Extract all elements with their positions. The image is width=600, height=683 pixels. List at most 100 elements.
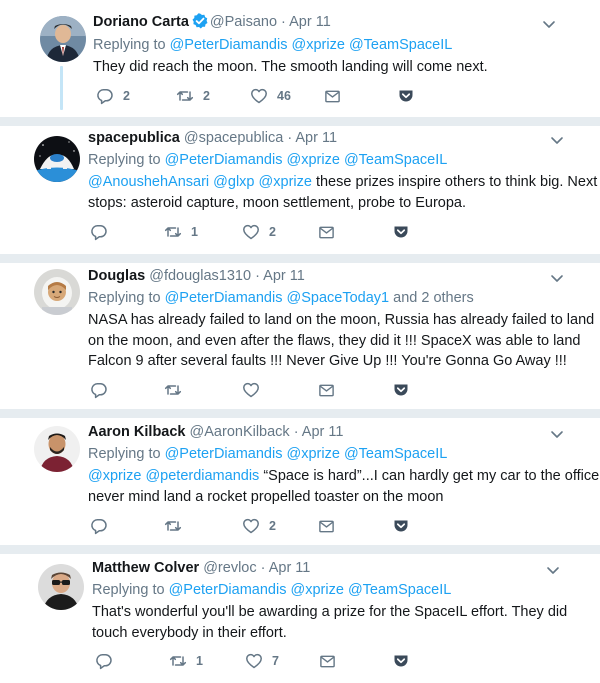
tweet[interactable]: Doriano Carta @Paisano · Apr 11 Replying … [0, 0, 600, 117]
reply-icon [91, 383, 107, 399]
mention-link[interactable]: @TeamSpaceIL [344, 152, 447, 168]
retweet-button[interactable]: 2 [176, 86, 250, 106]
like-button[interactable]: 46 [250, 86, 324, 106]
save-to-pocket-button[interactable] [393, 380, 409, 400]
retweet-icon [169, 656, 187, 666]
display-name[interactable]: spacepublica [88, 130, 180, 146]
mention-link[interactable]: @TeamSpaceIL [349, 37, 452, 53]
timestamp[interactable]: Apr 11 [289, 14, 331, 30]
mention-link[interactable]: @xprize [287, 446, 340, 462]
retweet-button[interactable] [164, 380, 242, 400]
retweet-button[interactable]: 1 [164, 222, 242, 242]
chevron-down-icon[interactable] [549, 132, 565, 148]
avatar[interactable] [34, 136, 80, 182]
timestamp[interactable]: Apr 11 [263, 268, 305, 284]
tweet-actions: 1 7 [95, 651, 409, 671]
tweet-actions [90, 380, 409, 400]
avatar[interactable] [34, 269, 80, 315]
tweet-header: Douglas @fdouglas1310 · Apr 11 [88, 267, 305, 285]
mention-link[interactable]: @AnoushehAnsari [88, 174, 209, 190]
direct-message-button[interactable] [318, 222, 393, 242]
avatar[interactable] [40, 16, 86, 62]
heart-icon [243, 382, 259, 398]
pocket-icon [394, 520, 408, 532]
mention-link[interactable]: @xprize [88, 468, 141, 484]
direct-message-button[interactable] [324, 86, 398, 106]
avatar-image [34, 136, 80, 182]
save-to-pocket-button[interactable] [393, 516, 409, 536]
replying-to: Replying to @PeterDiamandis @xprize @Tea… [88, 445, 447, 463]
handle[interactable]: @revloc [203, 560, 256, 576]
mention-link[interactable]: @xprize [287, 152, 340, 168]
tweet[interactable]: Douglas @fdouglas1310 · Apr 11 Replying … [0, 263, 600, 409]
display-name[interactable]: Matthew Colver [92, 560, 199, 576]
save-to-pocket-button[interactable] [398, 86, 414, 106]
tweet[interactable]: Matthew Colver @revloc · Apr 11 Replying… [0, 554, 600, 683]
display-name[interactable]: Doriano Carta [93, 14, 189, 30]
mention-link[interactable]: @TeamSpaceIL [348, 582, 451, 598]
handle[interactable]: @fdouglas1310 [149, 268, 251, 284]
timestamp[interactable]: Apr 11 [295, 130, 337, 146]
reply-button[interactable] [90, 222, 164, 242]
reply-button[interactable] [95, 651, 169, 671]
display-name[interactable]: Douglas [88, 268, 145, 284]
avatar[interactable] [38, 564, 84, 610]
like-button[interactable] [242, 380, 318, 400]
mention-link[interactable]: @PeterDiamandis [165, 290, 283, 306]
replying-to-label: Replying to [88, 290, 161, 306]
timestamp[interactable]: Apr 11 [302, 424, 344, 440]
replying-to: Replying to @PeterDiamandis @xprize @Tea… [92, 581, 451, 599]
mention-link[interactable]: @PeterDiamandis [169, 582, 287, 598]
direct-message-button[interactable] [318, 516, 393, 536]
mention-link[interactable]: @peterdiamandis [145, 468, 259, 484]
tweet[interactable]: Aaron Kilback @AaronKilback · Apr 11 Rep… [0, 418, 600, 545]
like-button[interactable]: 2 [242, 222, 318, 242]
tweet-text-line: “Space is hard”...I can hardly get my ca… [263, 468, 600, 484]
like-count: 7 [272, 654, 279, 668]
reply-button[interactable] [90, 380, 164, 400]
direct-message-button[interactable] [319, 651, 393, 671]
reply-count: 2 [123, 89, 130, 103]
timestamp[interactable]: Apr 11 [269, 560, 311, 576]
mention-link[interactable]: @PeterDiamandis [165, 446, 283, 462]
mention-link[interactable]: @TeamSpaceIL [344, 446, 447, 462]
mention-link[interactable]: @SpaceToday1 [287, 290, 390, 306]
save-to-pocket-button[interactable] [393, 222, 409, 242]
mention-link[interactable]: @xprize [291, 582, 344, 598]
tweet-header: spacepublica @spacepublica · Apr 11 [88, 129, 337, 147]
chevron-down-icon[interactable] [549, 270, 565, 286]
thread-line [60, 66, 63, 110]
tweet[interactable]: spacepublica @spacepublica · Apr 11 Repl… [0, 126, 600, 254]
display-name[interactable]: Aaron Kilback [88, 424, 186, 440]
avatar[interactable] [34, 426, 80, 472]
tweet-header: Aaron Kilback @AaronKilback · Apr 11 [88, 423, 343, 441]
save-to-pocket-button[interactable] [393, 651, 409, 671]
handle[interactable]: @Paisano [210, 14, 277, 30]
reply-button[interactable]: 2 [96, 86, 176, 106]
mention-link[interactable]: @glxp [213, 174, 254, 190]
tweet-text: NASA has already failed to land on the m… [88, 310, 594, 372]
tweet-text: @AnoushehAnsari @glxp @xprize these priz… [88, 172, 597, 213]
chevron-down-icon[interactable] [541, 16, 557, 32]
replying-others[interactable]: and 2 others [393, 290, 474, 306]
mention-link[interactable]: @PeterDiamandis [170, 37, 288, 53]
retweet-count: 1 [191, 225, 198, 239]
tweet-text-line: touch everybody in their effort. [92, 624, 287, 641]
retweet-button[interactable]: 1 [169, 651, 245, 671]
like-button[interactable]: 7 [245, 651, 319, 671]
handle[interactable]: @AaronKilback [190, 424, 290, 440]
retweet-button[interactable] [164, 516, 242, 536]
chevron-down-icon[interactable] [549, 426, 565, 442]
reply-button[interactable] [90, 516, 164, 536]
mention-link[interactable]: @xprize [259, 174, 312, 190]
retweet-icon [164, 227, 182, 237]
tweet-divider [0, 117, 600, 126]
mention-link[interactable]: @xprize [292, 37, 345, 53]
direct-message-button[interactable] [318, 380, 393, 400]
avatar-image [38, 564, 84, 610]
chevron-down-icon[interactable] [545, 562, 561, 578]
like-button[interactable]: 2 [242, 516, 318, 536]
tweet-text-line: never mind land a rocket propelled toast… [88, 488, 444, 505]
handle[interactable]: @spacepublica [184, 130, 283, 146]
mention-link[interactable]: @PeterDiamandis [165, 152, 283, 168]
